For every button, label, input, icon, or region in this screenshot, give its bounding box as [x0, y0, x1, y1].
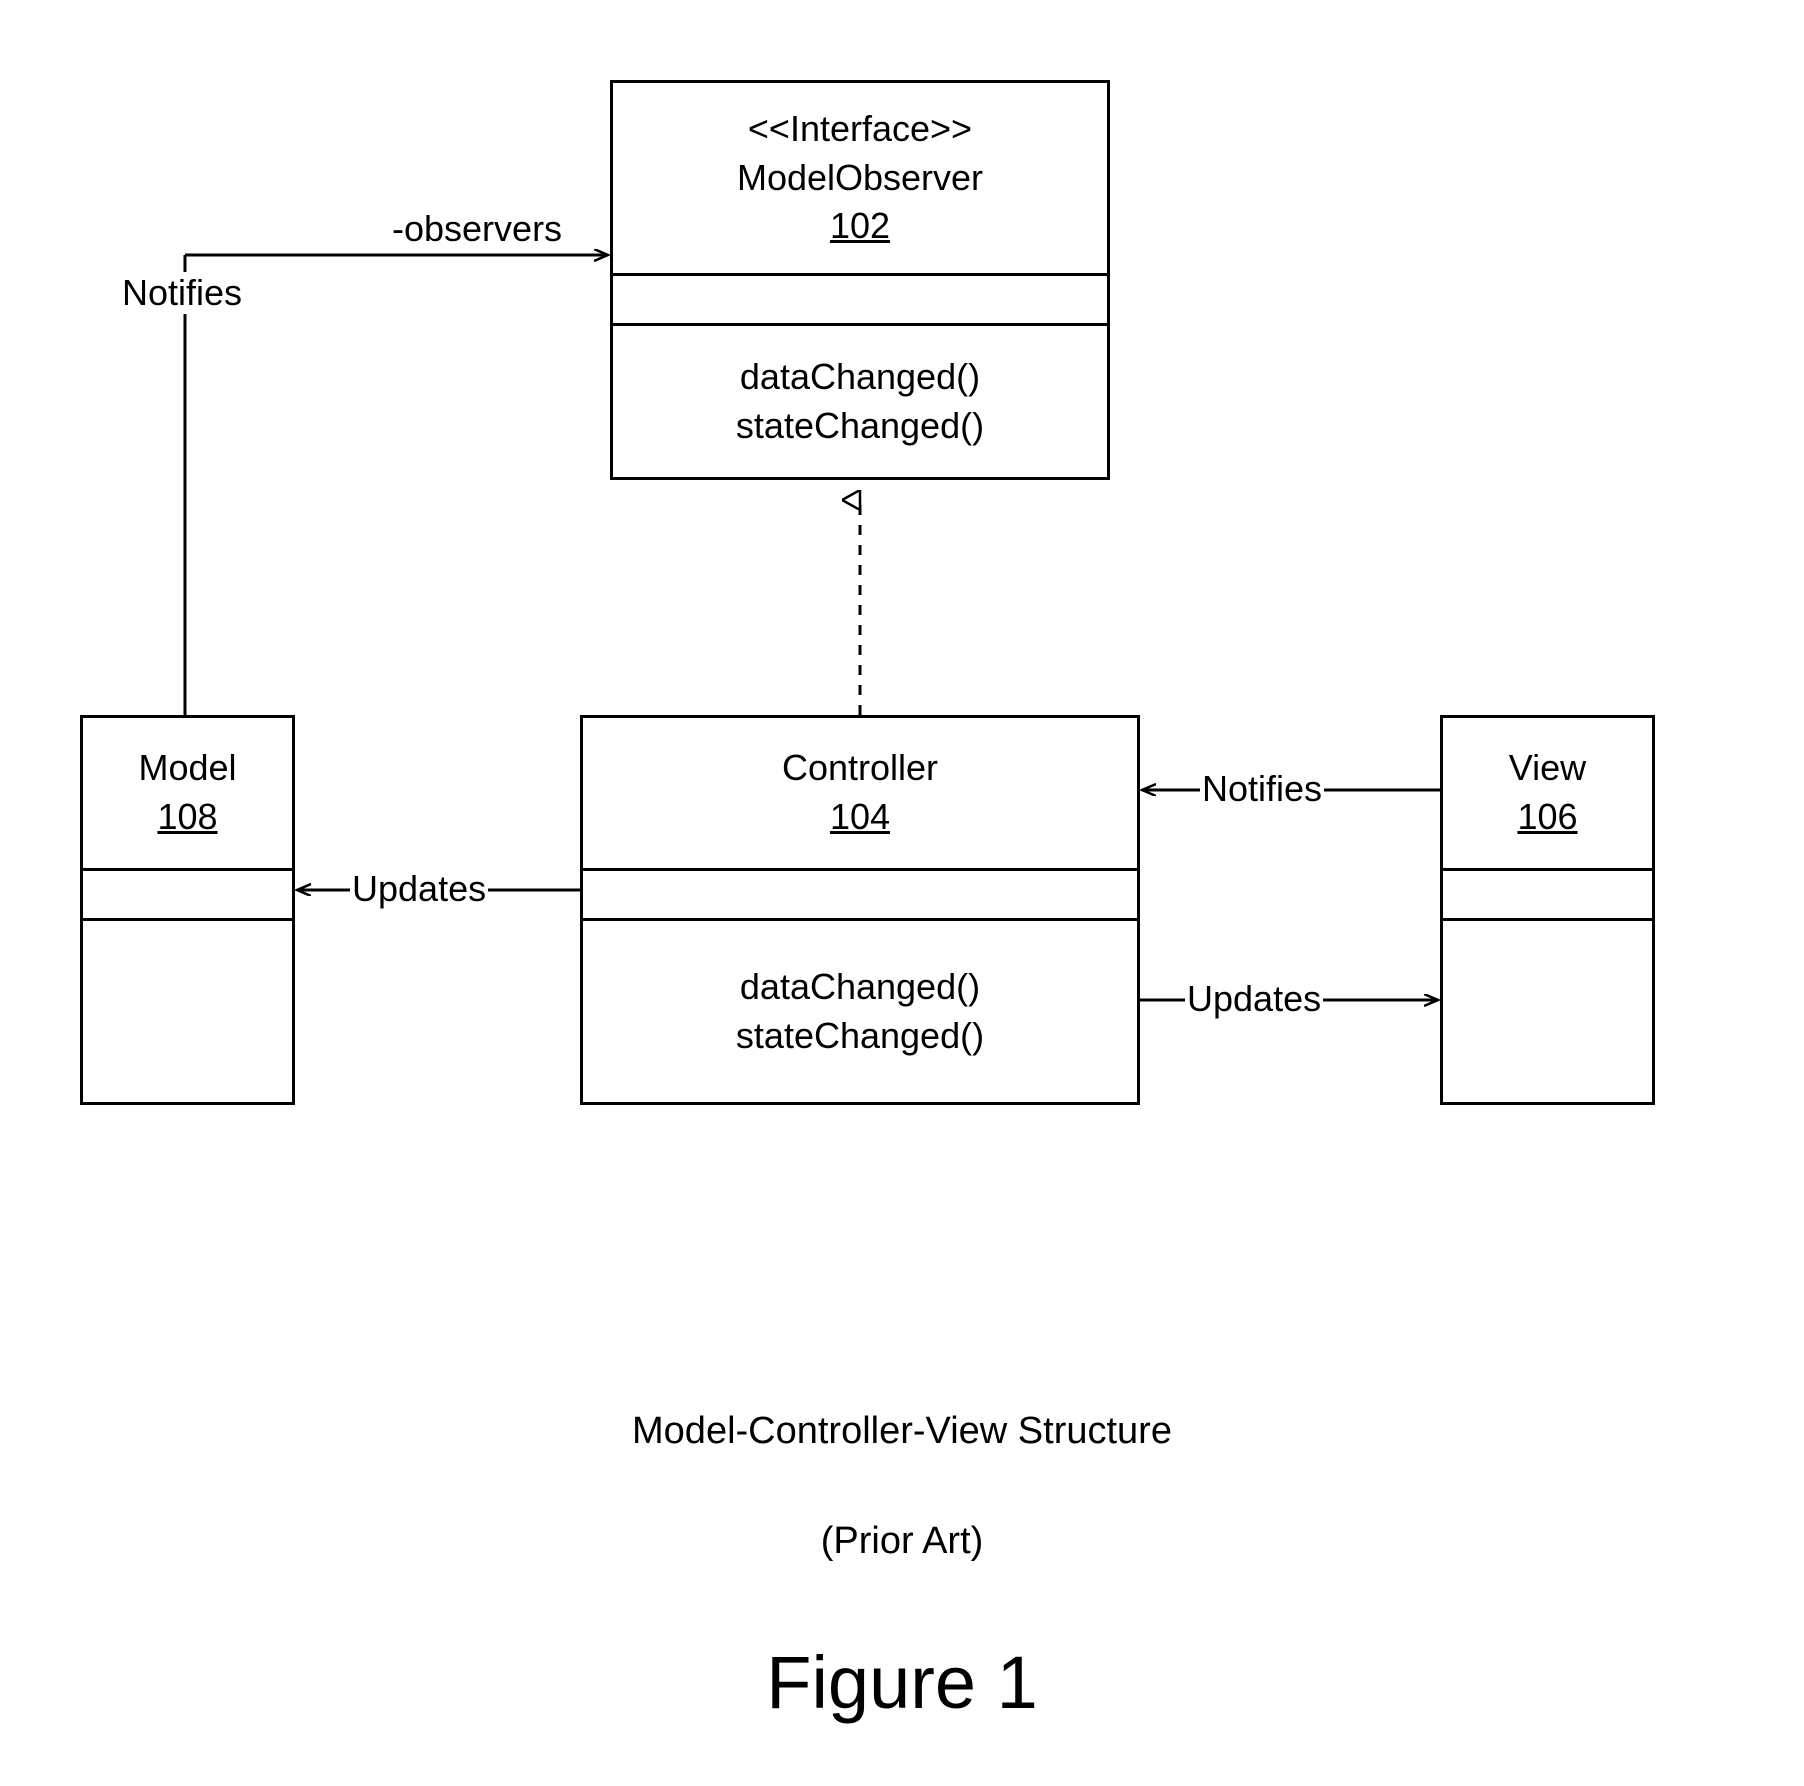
- uml-box-controller: Controller 104 dataChanged() stateChange…: [580, 715, 1140, 1105]
- class-name: Model: [138, 744, 236, 793]
- class-number: 102: [830, 202, 890, 251]
- uml-box-view: View 106: [1440, 715, 1655, 1105]
- diagram-canvas: <<Interface>> ModelObserver 102 dataChan…: [0, 0, 1804, 1786]
- class-name: Controller: [782, 744, 938, 793]
- class-name: View: [1509, 744, 1586, 793]
- stereotype-label: <<Interface>>: [748, 105, 972, 154]
- method: stateChanged(): [736, 1012, 984, 1061]
- edge-label-observers: -observers: [390, 208, 564, 250]
- uml-box-modelobserver: <<Interface>> ModelObserver 102 dataChan…: [610, 80, 1110, 480]
- edge-label-notifies-right: Notifies: [1200, 768, 1324, 810]
- class-number: 104: [830, 793, 890, 842]
- method: dataChanged(): [740, 963, 980, 1012]
- caption-line-1: Model-Controller-View Structure: [0, 1410, 1804, 1453]
- class-number: 108: [157, 793, 217, 842]
- class-name: ModelObserver: [737, 154, 983, 203]
- method: stateChanged(): [736, 402, 984, 451]
- figure-label: Figure 1: [0, 1640, 1804, 1725]
- edge-label-updates-right: Updates: [1185, 978, 1323, 1020]
- class-number: 106: [1517, 793, 1577, 842]
- method: dataChanged(): [740, 353, 980, 402]
- edge-label-notifies-left: Notifies: [120, 272, 244, 314]
- uml-box-model: Model 108: [80, 715, 295, 1105]
- edge-label-updates-left: Updates: [350, 868, 488, 910]
- caption-line-2: (Prior Art): [0, 1520, 1804, 1563]
